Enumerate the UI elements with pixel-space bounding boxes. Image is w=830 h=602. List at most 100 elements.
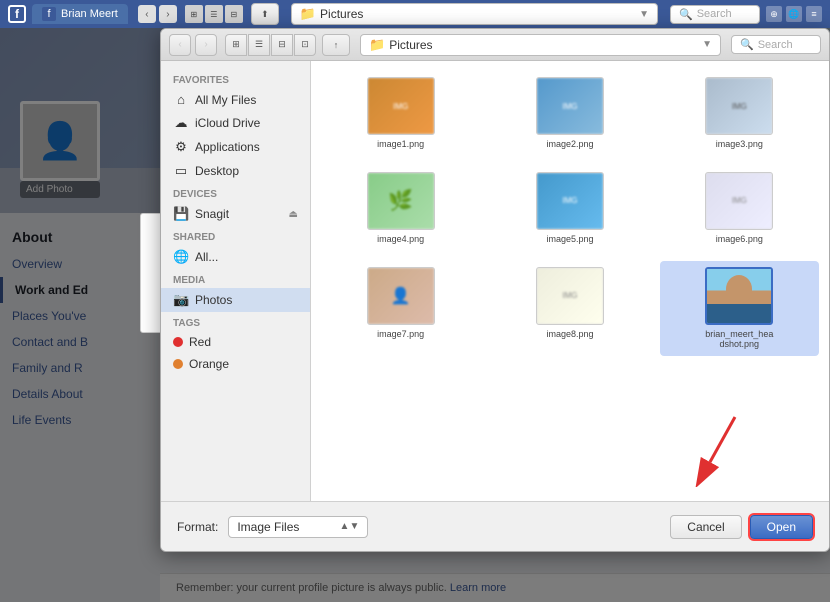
dialog-location-bar[interactable]: 📁 Pictures ▼ [360,34,721,56]
file-name-headshot: brian_meert_headshot.png [704,329,774,351]
dialog-folder-icon: 📁 [369,37,385,53]
file-name-3: image3.png [716,139,763,150]
browser-search[interactable]: 🔍 Search [670,5,760,24]
cancel-button[interactable]: Cancel [670,515,741,539]
dialog-column-view-btn[interactable]: ⊟ [271,34,293,56]
sidebar-icloud-drive[interactable]: ☁ iCloud Drive [161,111,310,135]
dialog-forward-btn[interactable]: › [195,34,217,56]
file-thumb-6: IMG [705,172,773,230]
folder-icon: 📁 [300,6,316,22]
file-item-4[interactable]: 🌿 image4.png [321,166,480,251]
list-view-btn[interactable]: ☰ [205,5,223,23]
dialog-action-btn[interactable]: ↑ [322,34,350,56]
dialog-button-group: Cancel Open [670,515,813,539]
dialog-back-btn[interactable]: ‹ [169,34,191,56]
favorites-group-title: Favorites [161,69,310,88]
applications-icon: ⚙ [173,139,189,155]
file-thumb-3: IMG [705,77,773,135]
file-thumb-7: 👤 [367,267,435,325]
file-item-3[interactable]: IMG image3.png [660,71,819,156]
forward-button[interactable]: › [159,5,177,23]
all-files-icon: ⌂ [173,92,189,107]
search-placeholder: Search [697,8,732,20]
snagit-label: Snagit [195,207,229,221]
dialog-search-placeholder: Search [758,39,793,51]
file-name-5: image5.png [546,234,593,245]
media-group-title: Media [161,269,310,288]
file-thumb-8: IMG [536,267,604,325]
sidebar-tag-orange[interactable]: Orange [161,353,310,375]
dialog-list-view-btn[interactable]: ☰ [248,34,270,56]
thumb-text-7: 👤 [391,286,411,306]
thumb-text-5: IMG [562,196,577,205]
file-name-2: image2.png [546,139,593,150]
browser-tab[interactable]: f Brian Meert [32,4,128,24]
browser-topbar: f f Brian Meert ‹ › ⊞ ☰ ⊟ ⬆ 📁 Pictures ▼… [0,0,830,28]
sidebar-desktop[interactable]: ▭ Desktop [161,159,310,183]
file-item-2[interactable]: IMG image2.png [490,71,649,156]
file-name-4: image4.png [377,234,424,245]
thumb-text-6: IMG [732,196,747,205]
dialog-cover-view-btn[interactable]: ⊡ [294,34,316,56]
file-item-headshot[interactable]: brian_meert_headshot.png [660,261,819,357]
file-open-dialog: ‹ › ⊞ ☰ ⊟ ⊡ ↑ 📁 Pictures ▼ 🔍 Search [160,28,830,552]
file-grid: IMG image1.png IMG image2.png [311,61,829,501]
format-value: Image Files [237,520,299,534]
format-label: Format: [177,520,218,534]
dialog-icon-view-btn[interactable]: ⊞ [225,34,247,56]
search-icon: 🔍 [679,8,693,21]
format-select-dropdown[interactable]: Image Files ▲▼ [228,516,368,538]
file-name-8: image8.png [546,329,593,340]
dialog-location-text: Pictures [389,38,432,52]
file-thumb-5: IMG [536,172,604,230]
snagit-icon: 💾 [173,206,189,222]
file-item-6[interactable]: IMG image6.png [660,166,819,251]
column-view-btn[interactable]: ⊟ [225,5,243,23]
file-thumb-1: IMG [367,77,435,135]
file-name-6: image6.png [716,234,763,245]
address-text: Pictures [320,7,363,21]
devices-group-title: Devices [161,183,310,202]
dialog-search-icon: 🔍 [740,38,754,51]
desktop-icon: ▭ [173,163,189,179]
dialog-view-toggle: ⊞ ☰ ⊟ ⊡ [225,34,316,56]
red-tag-dot [173,337,183,347]
file-name-1: image1.png [377,139,424,150]
nav-icon-1[interactable]: ⊕ [766,6,782,22]
desktop-label: Desktop [195,164,239,178]
open-button[interactable]: Open [750,515,813,539]
nav-icon-2[interactable]: 🌐 [786,6,802,22]
file-item-7[interactable]: 👤 image7.png [321,261,480,357]
topbar-icon-group: ⊕ 🌐 ≡ [766,6,822,22]
file-thumb-4: 🌿 [367,172,435,230]
sidebar-tag-red[interactable]: Red [161,331,310,353]
thumb-text-2: IMG [562,102,577,111]
address-dropdown-icon: ▼ [639,9,649,20]
orange-tag-label: Orange [189,357,229,371]
sidebar-photos[interactable]: 📷 Photos [161,288,310,312]
sidebar-snagit[interactable]: 💾 Snagit ⏏ [161,202,310,226]
sidebar-all-my-files[interactable]: ⌂ All My Files [161,88,310,111]
dialog-footer: Format: Image Files ▲▼ Cancel Open [161,501,829,551]
grid-view-btn[interactable]: ⊞ [185,5,203,23]
address-bar[interactable]: 📁 Pictures ▼ [291,3,658,25]
fb-logo-icon: f [8,5,26,23]
nav-icon-3[interactable]: ≡ [806,6,822,22]
photos-label: Photos [195,293,232,307]
dialog-search-box[interactable]: 🔍 Search [731,35,821,54]
shared-group-title: Shared [161,226,310,245]
share-btn[interactable]: ⬆ [251,3,279,25]
tab-label: Brian Meert [61,8,118,20]
eject-icon[interactable]: ⏏ [289,209,298,220]
dialog-body: Favorites ⌂ All My Files ☁ iCloud Drive … [161,61,829,501]
file-item-5[interactable]: IMG image5.png [490,166,649,251]
sidebar-applications[interactable]: ⚙ Applications [161,135,310,159]
format-dropdown-arrow-icon: ▲▼ [340,521,360,532]
browser-nav-controls: ‹ › [138,5,177,23]
applications-label: Applications [195,140,260,154]
file-item-1[interactable]: IMG image1.png [321,71,480,156]
sidebar-all-shared[interactable]: 🌐 All... [161,245,310,269]
back-button[interactable]: ‹ [138,5,156,23]
icloud-label: iCloud Drive [195,116,260,130]
file-item-8[interactable]: IMG image8.png [490,261,649,357]
